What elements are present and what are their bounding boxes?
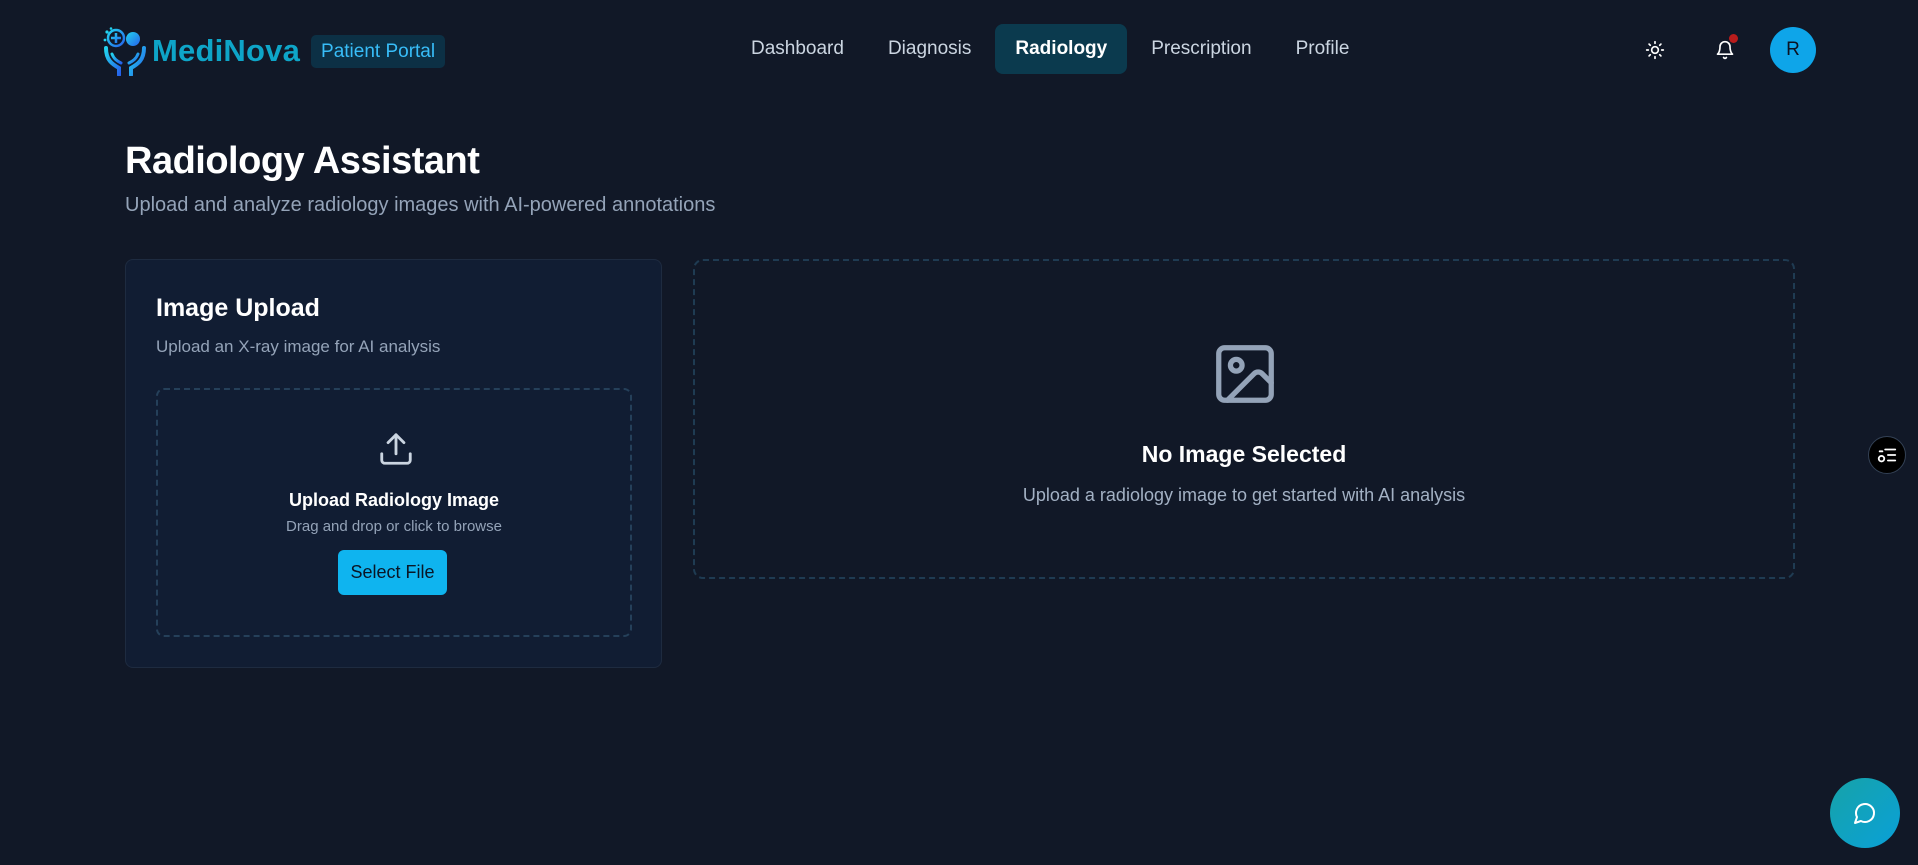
nav-tab-radiology[interactable]: Radiology xyxy=(995,24,1128,74)
notifications-button[interactable] xyxy=(1705,30,1745,70)
settings-list-icon xyxy=(1877,448,1897,463)
chat-assistant-button[interactable] xyxy=(1830,778,1900,848)
card-subtitle: Upload an X-ray image for AI analysis xyxy=(156,337,441,356)
notification-dot xyxy=(1729,34,1738,43)
dropzone-hint: Drag and drop or click to browse xyxy=(286,518,502,535)
image-preview-panel: No Image Selected Upload a radiology ima… xyxy=(693,259,1795,579)
image-upload-card: Image Upload Upload an X-ray image for A… xyxy=(125,259,662,668)
main-nav: Dashboard Diagnosis Radiology Prescripti… xyxy=(731,24,1373,74)
nav-tab-dashboard[interactable]: Dashboard xyxy=(731,24,864,74)
nav-tab-diagnosis[interactable]: Diagnosis xyxy=(868,24,991,74)
theme-toggle-button[interactable] xyxy=(1635,30,1675,70)
nav-tab-profile[interactable]: Profile xyxy=(1276,24,1370,74)
preview-empty-subtitle: Upload a radiology image to get started … xyxy=(1022,485,1466,505)
portal-badge: Patient Portal xyxy=(311,34,446,68)
preview-empty-title: No Image Selected xyxy=(1141,441,1347,467)
upload-dropzone[interactable]: Upload Radiology Image Drag and drop or … xyxy=(156,388,632,637)
brand-name: MediNova xyxy=(152,33,301,68)
medical-hands-logo-icon xyxy=(103,27,146,76)
brand-logo[interactable]: MediNova Patient Portal xyxy=(102,26,446,76)
page-title: Radiology Assistant xyxy=(125,140,480,182)
radiology-page: MediNova Patient Portal Dashboard Diagno… xyxy=(0,0,1918,865)
nav-tab-prescription[interactable]: Prescription xyxy=(1131,24,1271,74)
top-navbar: MediNova Patient Portal Dashboard Diagno… xyxy=(0,0,1918,100)
side-panel-toggle-button[interactable] xyxy=(1868,436,1906,474)
image-placeholder-icon xyxy=(1216,345,1274,403)
chat-bubble-icon xyxy=(1854,803,1875,824)
card-title: Image Upload xyxy=(156,294,320,322)
page-subtitle: Upload and analyze radiology images with… xyxy=(125,194,716,216)
bell-icon xyxy=(1716,40,1734,60)
sun-icon xyxy=(1645,40,1665,60)
upload-icon xyxy=(380,433,412,465)
select-file-button[interactable]: Select File xyxy=(338,550,447,595)
dropzone-title: Upload Radiology Image xyxy=(288,490,500,510)
user-avatar[interactable]: R xyxy=(1770,27,1816,73)
